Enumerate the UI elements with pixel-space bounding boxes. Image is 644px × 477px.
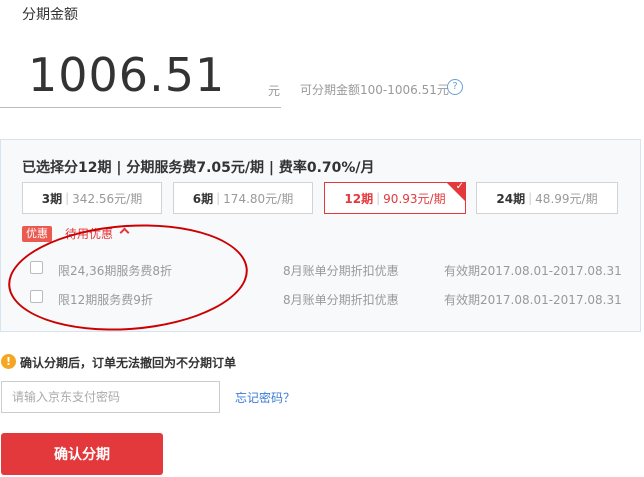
period-option-12[interactable]: 12期 | 90.93元/期 ✓ — [324, 181, 466, 214]
period-term: 12期 — [344, 191, 374, 206]
amount-underline — [0, 107, 281, 108]
period-fee: 342.56元/期 — [72, 191, 143, 206]
check-icon: ✓ — [455, 181, 464, 192]
coupon-description: 8月账单分期折扣优惠 — [283, 293, 399, 307]
help-icon[interactable]: ? — [447, 79, 463, 95]
period-term: 6期 — [192, 191, 214, 206]
coupon-validity: 有效期2017.08.01-2017.08.31 — [444, 264, 622, 278]
amount-label: 分期金额 — [22, 7, 78, 23]
period-option-24[interactable]: 24期 | 48.99元/期 — [476, 182, 618, 214]
coupon-description: 8月账单分期折扣优惠 — [283, 264, 399, 278]
period-option-6[interactable]: 6期 | 174.80元/期 — [173, 182, 313, 214]
period-separator: | — [65, 191, 70, 205]
plan-summary: 已选择分12期 | 分期服务费7.05元/期 | 费率0.70%/月 — [22, 160, 375, 176]
period-option-3[interactable]: 3期 | 342.56元/期 — [22, 182, 162, 214]
coupon-validity: 有效期2017.08.01-2017.08.31 — [444, 293, 622, 307]
period-term: 3期 — [41, 191, 63, 206]
amount-range-hint: 可分期金额100-1006.51元 — [300, 83, 449, 97]
period-term: 24期 — [496, 191, 526, 206]
notice-text: 确认分期后，订单无法撤回为不分期订单 — [20, 356, 237, 370]
amount-value[interactable]: 1006.51 — [28, 46, 225, 104]
warning-icon: ! — [1, 354, 16, 369]
confirm-installment-button[interactable]: 确认分期 — [1, 433, 163, 475]
period-fee: 48.99元/期 — [535, 191, 598, 206]
period-fee: 174.80元/期 — [223, 191, 294, 206]
discount-tag: 优惠 — [22, 226, 52, 242]
period-separator: | — [376, 191, 381, 205]
period-separator: | — [528, 191, 533, 205]
period-separator: | — [216, 191, 221, 205]
amount-unit: 元 — [268, 84, 281, 98]
forgot-password-link[interactable]: 忘记密码？ — [235, 389, 295, 406]
payment-password-input[interactable] — [1, 381, 220, 413]
period-fee: 90.93元/期 — [383, 191, 446, 206]
